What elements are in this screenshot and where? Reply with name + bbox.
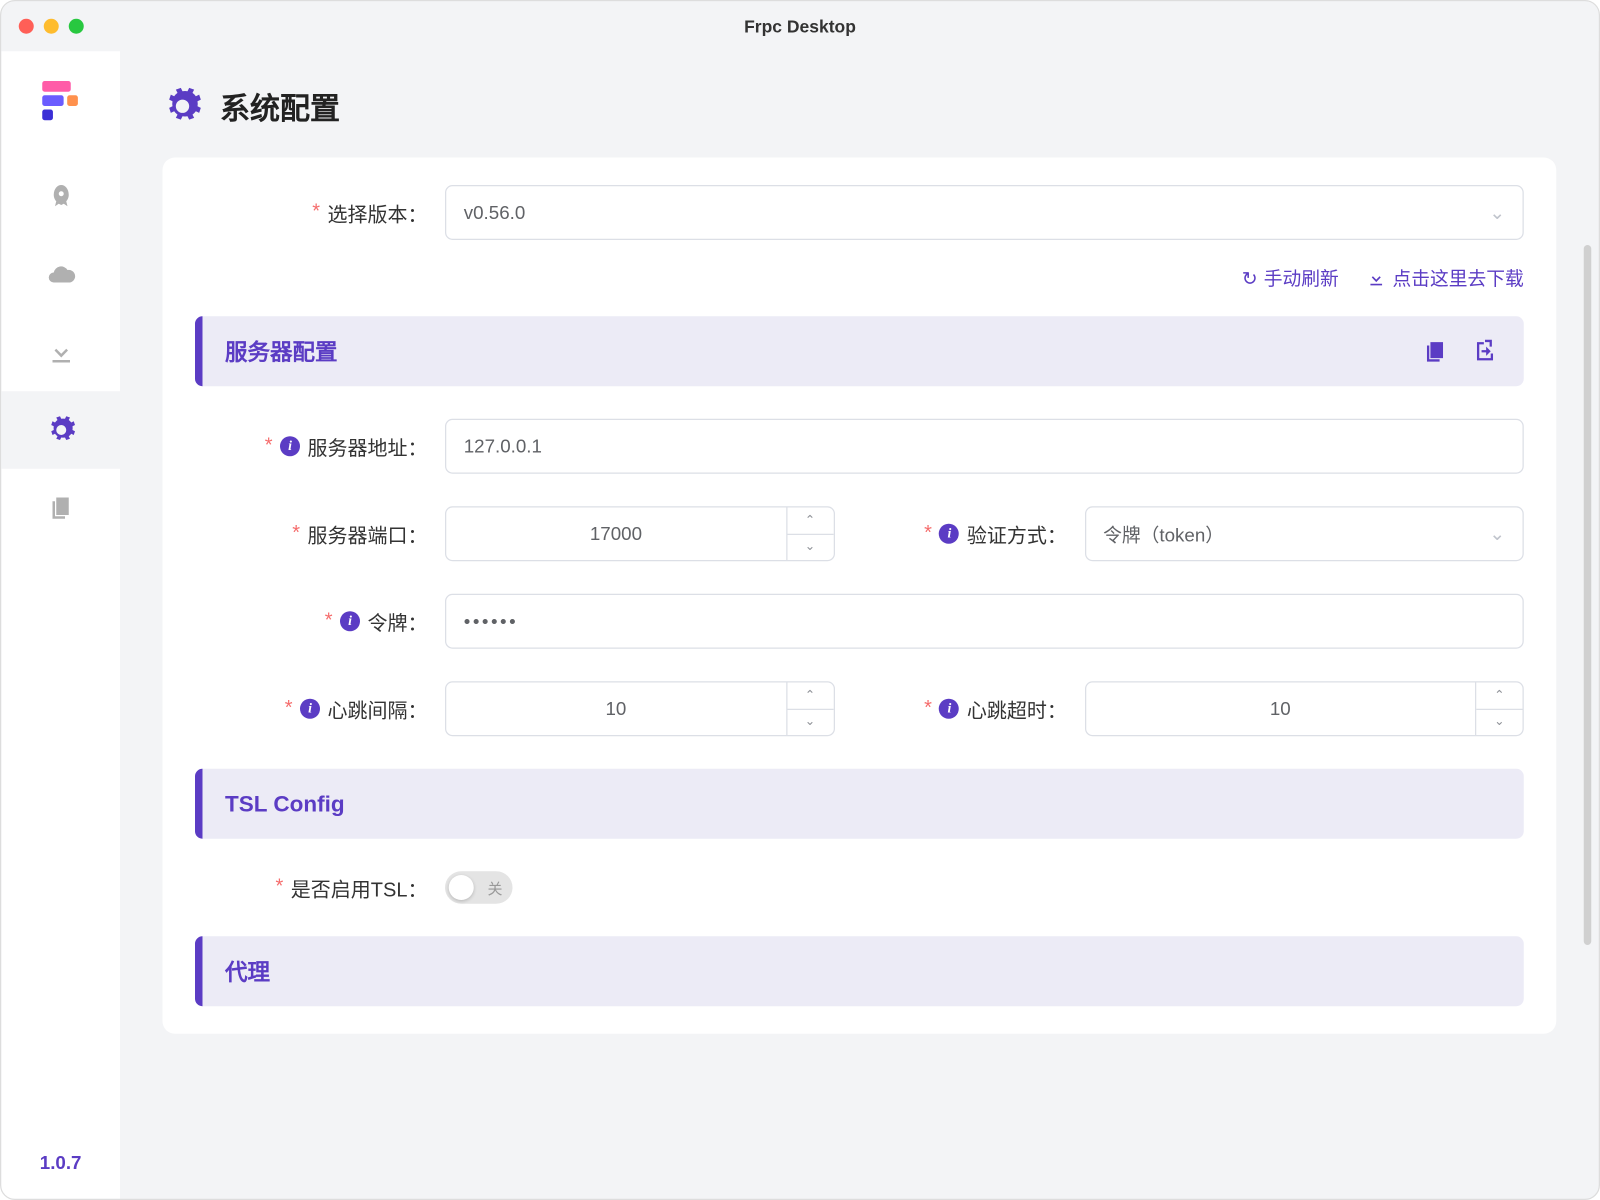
stepper-down[interactable]: ⌄ (1476, 709, 1522, 735)
window-title: Frpc Desktop (1, 16, 1599, 36)
rocket-icon (46, 183, 76, 213)
config-card: * 选择版本： v0.56.0 ⌄ ↻ 手动刷新 点击这里去下 (163, 158, 1557, 1034)
server-addr-input[interactable]: 127.0.0.1 (445, 419, 1524, 474)
version-row: * 选择版本： v0.56.0 ⌄ (195, 185, 1524, 240)
heartbeat-interval-row: * i 心跳间隔： 10 ⌃ ⌄ (195, 681, 834, 736)
nav-cloud[interactable] (1, 236, 120, 314)
tsl-enable-row: * 是否启用TSL： 关 (195, 871, 1524, 904)
info-icon[interactable]: i (340, 611, 360, 631)
gear-icon (46, 415, 76, 445)
proxy-header: 代理 (195, 936, 1524, 1006)
token-row: * i 令牌： •••••• (195, 594, 1524, 649)
stepper-up[interactable]: ⌃ (1476, 683, 1522, 710)
nav-settings[interactable] (1, 391, 120, 469)
scrollbar[interactable] (1584, 245, 1592, 945)
copy-config-icon[interactable] (1421, 338, 1449, 366)
main-content: 系统配置 * 选择版本： v0.56.0 ⌄ ↻ (120, 51, 1599, 1199)
info-icon[interactable]: i (300, 699, 320, 719)
stepper-down[interactable]: ⌄ (787, 534, 833, 560)
titlebar: Frpc Desktop (1, 1, 1599, 51)
heartbeat-interval-input[interactable]: 10 ⌃ ⌄ (445, 681, 834, 736)
nav-download[interactable] (1, 314, 120, 392)
gear-icon (163, 86, 203, 126)
tsl-config-header: TSL Config (195, 769, 1524, 839)
auth-method-select[interactable]: 令牌（token） ⌄ (1084, 506, 1523, 561)
version-label: * 选择版本： (195, 198, 445, 228)
server-addr-row: * i 服务器地址： 127.0.0.1 (195, 419, 1524, 474)
auth-method-row: * i 验证方式： 令牌（token） ⌄ (884, 506, 1523, 561)
download-link[interactable]: 点击这里去下载 (1366, 265, 1524, 291)
stepper-up[interactable]: ⌃ (787, 508, 833, 535)
nav-docs[interactable] (1, 469, 120, 547)
app-window: Frpc Desktop (0, 0, 1600, 1200)
refresh-link[interactable]: ↻ 手动刷新 (1242, 265, 1339, 291)
app-logo (37, 76, 85, 124)
heartbeat-timeout-row: * i 心跳超时： 10 ⌃ ⌄ (884, 681, 1523, 736)
info-icon[interactable]: i (280, 436, 300, 456)
heartbeat-timeout-input[interactable]: 10 ⌃ ⌄ (1084, 681, 1523, 736)
download-icon (1366, 268, 1386, 288)
server-config-header: 服务器配置 (195, 316, 1524, 386)
download-icon (46, 338, 76, 368)
refresh-icon: ↻ (1242, 267, 1258, 290)
page-title: 系统配置 (220, 84, 340, 128)
cloud-icon (46, 260, 76, 290)
stepper-up[interactable]: ⌃ (787, 683, 833, 710)
version-links: ↻ 手动刷新 点击这里去下载 (195, 265, 1524, 291)
tsl-enable-switch[interactable]: 关 (445, 871, 513, 904)
copy-icon (46, 493, 76, 523)
page-header: 系统配置 (163, 84, 1557, 128)
info-icon[interactable]: i (939, 524, 959, 544)
nav-launch[interactable] (1, 159, 120, 237)
token-input[interactable]: •••••• (445, 594, 1524, 649)
sidebar: 1.0.7 (1, 51, 120, 1199)
chevron-down-icon: ⌄ (1489, 201, 1505, 224)
export-config-icon[interactable] (1471, 338, 1499, 366)
info-icon[interactable]: i (939, 699, 959, 719)
stepper-down[interactable]: ⌄ (787, 709, 833, 735)
version-label: 1.0.7 (40, 1153, 82, 1174)
chevron-down-icon: ⌄ (1489, 523, 1505, 546)
server-port-row: * 服务器端口： 17000 ⌃ ⌄ (195, 506, 834, 561)
server-port-input[interactable]: 17000 ⌃ ⌄ (445, 506, 834, 561)
version-select[interactable]: v0.56.0 ⌄ (445, 185, 1524, 240)
